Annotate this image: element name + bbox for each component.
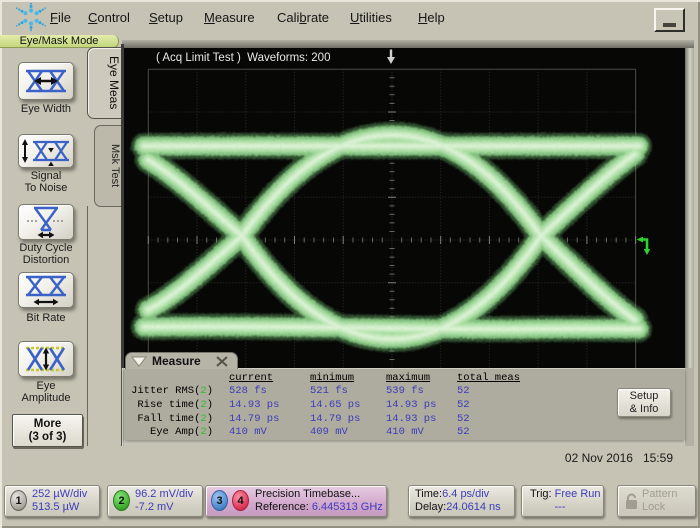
svg-text:( Acq Limit Test ) Waveforms:: ( Acq Limit Test ) Waveforms: 200 — [156, 52, 330, 64]
